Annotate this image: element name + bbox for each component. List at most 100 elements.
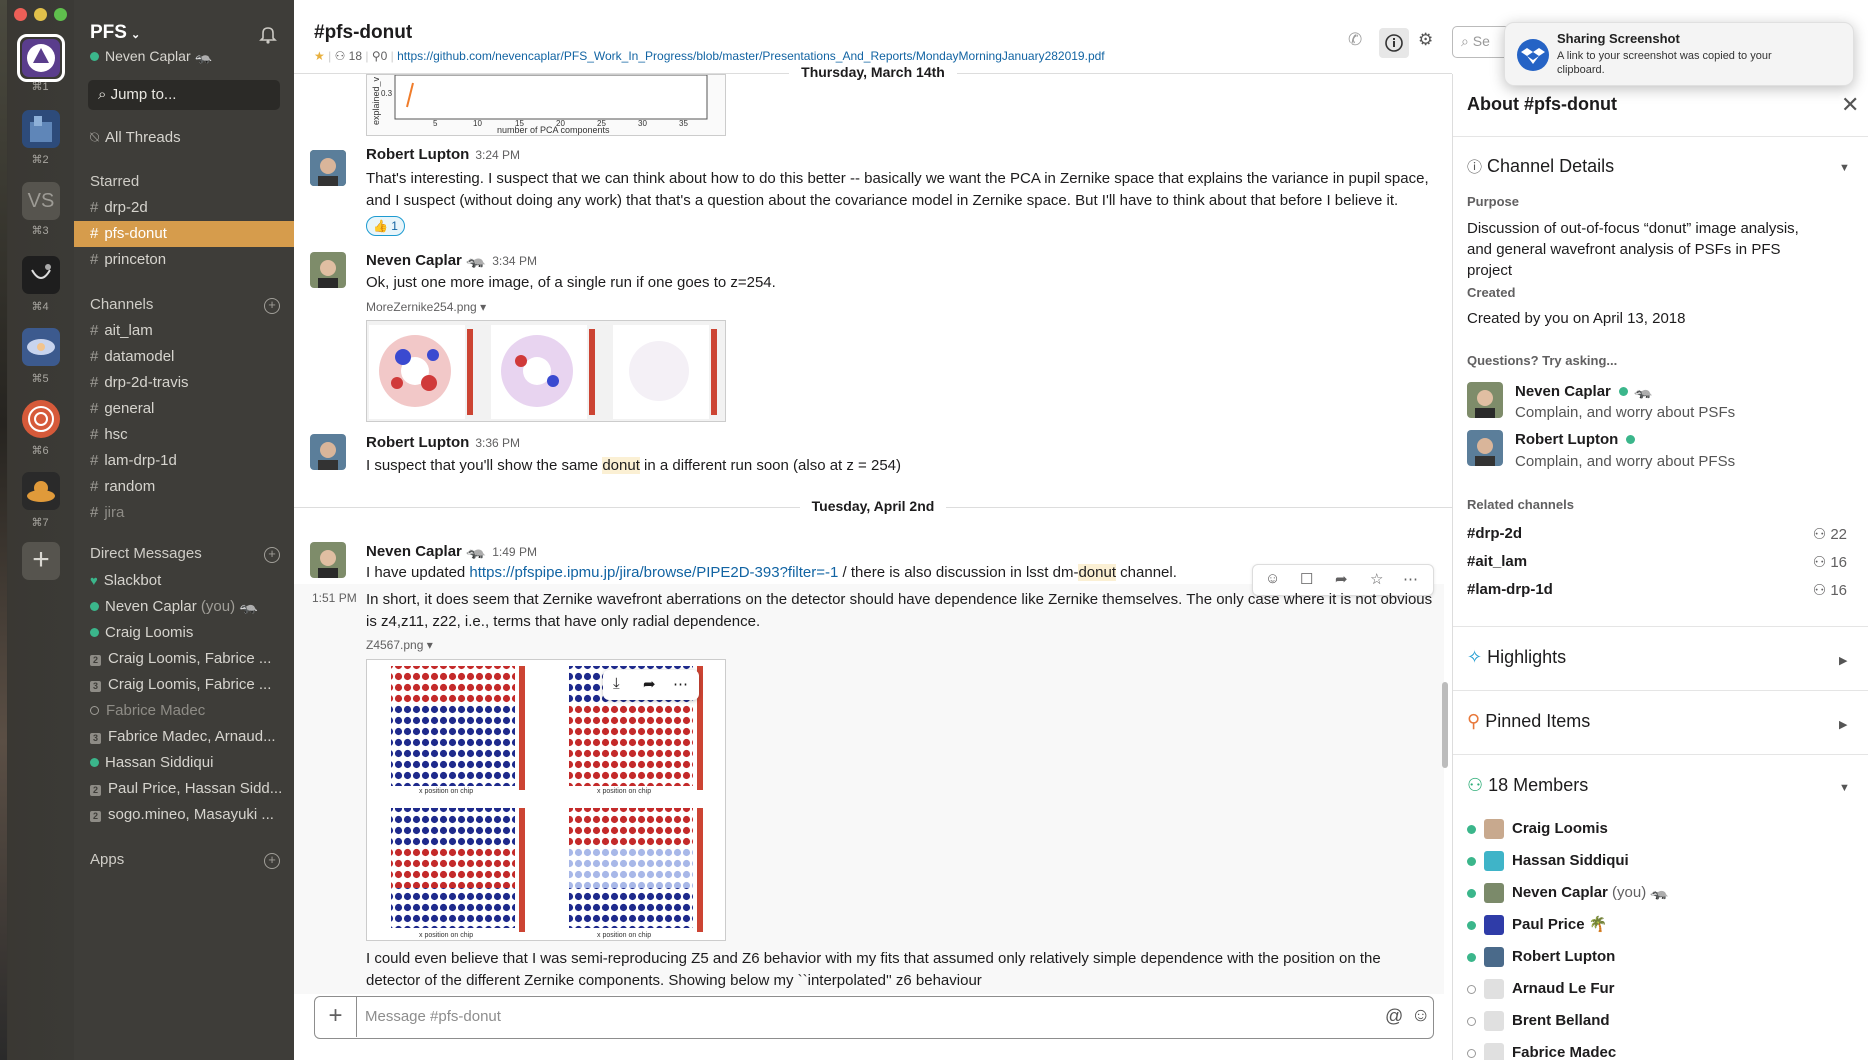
chevron-right-icon[interactable]: ▶ [1839, 654, 1847, 667]
starred-header[interactable]: Starred [90, 173, 139, 190]
sidebar-item-jira[interactable]: # jira [74, 500, 294, 526]
emoji-icon[interactable]: ☺ [1411, 1005, 1430, 1027]
sidebar-item-general[interactable]: # general [74, 396, 294, 422]
dm-item[interactable]: 3 Craig Loomis, Fabrice ... [74, 672, 294, 698]
message-author[interactable]: Neven Caplar [366, 543, 462, 560]
add-dm-button[interactable]: + [264, 547, 280, 563]
dm-item[interactable]: 2 sogo.mineo, Masayuki ... [74, 802, 294, 828]
avatar[interactable] [310, 434, 346, 470]
message-author[interactable]: Robert Lupton [366, 146, 469, 163]
star-message-icon[interactable]: ☆ [1370, 570, 1383, 588]
reaction-thumbsup[interactable]: 👍 1 [366, 216, 405, 236]
pca-chart-image[interactable]: explained_v 0.3 5 10 15 20 25 30 35 numb… [366, 74, 726, 136]
download-icon[interactable]: ⤓ [613, 675, 620, 692]
dm-item-slackbot[interactable]: ♥ Slackbot [74, 568, 294, 594]
share-message-icon[interactable]: ➦ [1335, 570, 1348, 588]
related-channel[interactable]: #ait_lam ⚇ 16 [1467, 553, 1847, 571]
add-app-button[interactable]: + [264, 853, 280, 869]
message-timestamp[interactable]: 1:51 PM [312, 591, 357, 605]
dm-item[interactable]: Craig Loomis [74, 620, 294, 646]
gear-icon[interactable]: ⚙ [1418, 30, 1433, 50]
sidebar-item-pfs-donut[interactable]: # pfs-donut [74, 221, 294, 247]
add-channel-button[interactable]: + [264, 298, 280, 314]
screenshot-notification[interactable]: Sharing Screenshot A link to your screen… [1504, 22, 1854, 86]
mention-icon[interactable]: @ [1385, 1006, 1403, 1027]
channel-info-button[interactable] [1379, 28, 1409, 58]
dm-item[interactable]: 3 Fabrice Madec, Arnaud... [74, 724, 294, 750]
maximize-window-button[interactable] [54, 8, 67, 21]
channel-details-toggle[interactable]: ⓘ Channel Details [1467, 156, 1614, 177]
dm-item[interactable]: Hassan Siddiqui [74, 750, 294, 776]
workspace-4[interactable] [22, 256, 60, 294]
file-name[interactable]: Z4567.png ▾ [366, 638, 433, 652]
scrollbar-thumb[interactable] [1442, 682, 1448, 768]
bell-icon[interactable] [258, 24, 278, 44]
workspace-7[interactable] [22, 472, 60, 510]
dm-item[interactable]: 2 Paul Price, Hassan Sidd... [74, 776, 294, 802]
more-icon[interactable]: ⋯ [673, 675, 688, 693]
zernike-image-thumbnail[interactable] [366, 320, 726, 422]
dm-header[interactable]: Direct Messages [90, 545, 202, 562]
sidebar-item-lam-drp-1d[interactable]: # lam-drp-1d [74, 448, 294, 474]
team-menu[interactable]: PFS ⌄ [90, 22, 140, 44]
sidebar-item-drp-2d-travis[interactable]: # drp-2d-travis [74, 370, 294, 396]
avatar[interactable] [1467, 382, 1503, 418]
z4567-image-thumbnail[interactable]: x position on chip x position on chip x … [366, 659, 726, 941]
related-channel[interactable]: #lam-drp-1d ⚇ 16 [1467, 581, 1847, 599]
workspace-pfs[interactable] [22, 39, 60, 77]
workspace-5[interactable] [22, 328, 60, 366]
message-timestamp[interactable]: 1:49 PM [492, 545, 537, 559]
member-row[interactable]: Robert Lupton [1467, 947, 1615, 971]
more-actions-icon[interactable]: ⋯ [1403, 570, 1418, 588]
expert-name[interactable]: Neven Caplar 🦡 [1515, 382, 1653, 400]
minimize-window-button[interactable] [34, 8, 47, 21]
sidebar-item-hsc[interactable]: # hsc [74, 422, 294, 448]
star-icon[interactable]: ★ [314, 49, 325, 63]
member-row[interactable]: Brent Belland [1467, 1011, 1610, 1035]
channel-title[interactable]: #pfs-donut [314, 22, 412, 44]
share-icon[interactable]: ➦ [643, 675, 656, 693]
expert-name[interactable]: Robert Lupton [1515, 431, 1641, 448]
message-timestamp[interactable]: 3:24 PM [475, 148, 520, 162]
attach-button[interactable]: + [315, 997, 357, 1037]
member-row[interactable]: Paul Price 🌴 [1467, 915, 1607, 939]
all-threads[interactable]: ⍉ All Threads [74, 125, 294, 151]
message-timestamp[interactable]: 3:36 PM [475, 436, 520, 450]
message-timestamp[interactable]: 3:34 PM [492, 254, 537, 268]
jump-to-button[interactable]: ⌕ Jump to... [88, 80, 280, 110]
current-user[interactable]: Neven Caplar 🦡 [90, 48, 212, 65]
avatar[interactable] [310, 150, 346, 186]
message-author[interactable]: Neven Caplar [366, 252, 462, 269]
chevron-down-icon[interactable]: ▼ [1839, 782, 1850, 794]
add-reaction-icon[interactable]: ☺ [1265, 570, 1280, 587]
date-divider[interactable]: Thursday, March 14th [294, 64, 1452, 80]
sidebar-item-ait-lam[interactable]: # ait_lam [74, 318, 294, 344]
apps-header[interactable]: Apps [90, 851, 124, 868]
member-row[interactable]: Neven Caplar (you) 🦡 [1467, 883, 1669, 907]
highlights-toggle[interactable]: ✧ Highlights [1467, 647, 1566, 668]
sidebar-item-datamodel[interactable]: # datamodel [74, 344, 294, 370]
members-toggle[interactable]: ⚇ 18 Members [1467, 775, 1588, 796]
member-row[interactable]: Fabrice Madec [1467, 1043, 1616, 1060]
close-window-button[interactable] [14, 8, 27, 21]
avatar[interactable] [310, 252, 346, 288]
file-name[interactable]: MoreZernike254.png ▾ [366, 300, 486, 314]
sidebar-item-drp-2d[interactable]: # drp-2d [74, 195, 294, 221]
dm-item[interactable]: 2 Craig Loomis, Fabrice ... [74, 646, 294, 672]
workspace-6[interactable] [22, 400, 60, 438]
sidebar-item-random[interactable]: # random [74, 474, 294, 500]
workspace-2[interactable] [22, 110, 60, 148]
phone-icon[interactable]: ✆ [1348, 30, 1362, 50]
pin-count[interactable]: 0 [381, 49, 388, 63]
message-composer[interactable]: + Message #pfs-donut @ ☺ [314, 996, 1434, 1039]
dm-item-self[interactable]: Neven Caplar (you) 🦡 [74, 594, 294, 620]
jira-link[interactable]: https://pfspipe.ipmu.jp/jira/browse/PIPE… [469, 564, 838, 581]
search-input[interactable]: ⌕ Se [1452, 26, 1512, 58]
dm-item[interactable]: Fabrice Madec [74, 698, 294, 724]
channels-header[interactable]: Channels [90, 296, 153, 313]
avatar[interactable] [310, 542, 346, 578]
start-thread-icon[interactable]: ☐ [1300, 570, 1313, 588]
chevron-down-icon[interactable]: ▼ [1839, 162, 1850, 174]
avatar[interactable] [1467, 430, 1503, 466]
sidebar-item-princeton[interactable]: # princeton [74, 247, 294, 273]
